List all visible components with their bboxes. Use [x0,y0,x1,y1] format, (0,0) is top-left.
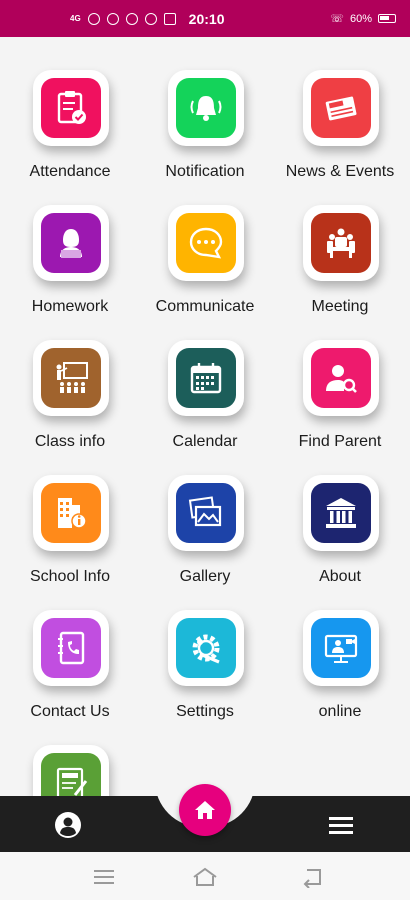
tile-class-info[interactable]: Class info [2,330,138,450]
menu-icon[interactable] [328,814,354,836]
system-nav-bar [0,852,410,900]
tile-label: Find Parent [298,433,382,450]
whatsapp-icon [106,12,119,25]
school-info-icon [41,483,101,543]
gallery-icon [176,483,236,543]
battery-percent: 60% [349,12,372,25]
tile-label: Calendar [172,433,238,450]
chat-bubble-icon [176,213,236,273]
status-icons: 4G 20:10 [70,11,224,27]
tile-gallery[interactable]: Gallery [137,465,273,585]
app-notification-icon [163,12,176,25]
calendar-icon [176,348,236,408]
tile-label: Contact Us [30,703,110,720]
find-parent-icon [311,348,371,408]
home-icon [195,801,215,819]
tile-communicate[interactable]: Communicate [137,195,273,315]
tile-label: Class info [34,433,106,450]
tile-label: School Info [29,568,111,585]
online-class-icon [311,618,371,678]
network-type: 4G [70,14,81,23]
tile-label: News & Events [285,163,395,180]
tile-homework[interactable]: Homework [2,195,138,315]
institution-icon [311,483,371,543]
news-icon [311,78,371,138]
status-right: ☏ 60% [330,12,396,25]
tile-school-info[interactable]: School Info [2,465,138,585]
attendance-clipboard-icon [41,78,101,138]
tile-attendance[interactable]: Attendance [2,60,138,180]
home-outline-icon[interactable] [192,866,218,888]
status-time: 20:10 [188,10,225,27]
telegram-icon [125,12,138,25]
recent-apps-icon[interactable] [91,866,117,888]
tile-label: Homework [31,298,109,315]
tile-contact-us[interactable]: Contact Us [2,600,138,720]
home-button[interactable] [179,784,231,836]
viber-icon [144,12,157,25]
class-info-icon [41,348,101,408]
tile-label: Communicate [155,298,255,315]
tile-label: online [318,703,362,720]
tile-find-parent[interactable]: Find Parent [272,330,408,450]
tile-meeting[interactable]: Meeting [272,195,408,315]
meeting-icon [311,213,371,273]
tile-settings[interactable]: Settings [137,600,273,720]
tile-news-events[interactable]: News & Events [272,60,408,180]
status-bar: 4G 20:10 ☏ 60% [0,0,410,37]
homework-icon [41,213,101,273]
tile-about[interactable]: About [272,465,408,585]
tile-label: Gallery [179,568,231,585]
tile-label: About [319,568,361,585]
tile-label: Notification [165,163,245,180]
tile-label: Meeting [311,298,369,315]
profile-icon[interactable] [54,811,82,839]
wifi-call-icon: ☏ [330,13,344,25]
tile-online[interactable]: online [272,600,408,720]
contact-book-icon [41,618,101,678]
tile-calendar[interactable]: Calendar [137,330,273,450]
tile-label: Settings [176,703,234,720]
wifi-icon [87,12,100,25]
app-screen: 4G 20:10 ☏ 60% Attendance Notification N… [0,0,410,900]
battery-icon [378,14,396,23]
notification-bell-icon [176,78,236,138]
settings-gear-icon [176,618,236,678]
tile-label: Attendance [29,163,111,180]
tile-notification[interactable]: Notification [137,60,273,180]
back-icon[interactable] [300,866,326,889]
